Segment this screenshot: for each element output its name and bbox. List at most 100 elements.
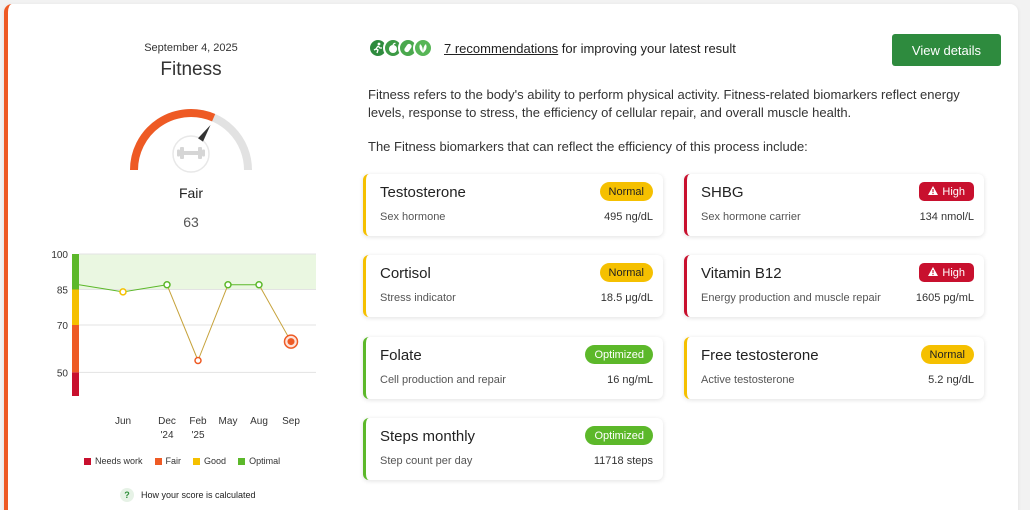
optimal-band xyxy=(79,254,316,290)
biomarker-card[interactable]: Free testosterone Active testosterone 5.2 … xyxy=(684,337,984,399)
biomarker-name: Steps monthly xyxy=(380,428,476,445)
x-tick-label-year: '25 xyxy=(191,430,204,441)
biomarker-card[interactable]: SHBG Sex hormone carrier 134 nmol/L High xyxy=(684,174,984,236)
gauge-needle xyxy=(198,125,211,142)
x-tick-label-year: '24 xyxy=(160,430,173,441)
biomarker-value: 5.2 ng/dL xyxy=(928,374,974,386)
status-badge: High xyxy=(919,263,974,282)
series-segment xyxy=(166,284,199,361)
y-tick-label: 50 xyxy=(57,368,69,379)
current-point xyxy=(287,338,295,346)
warning-icon xyxy=(928,185,939,198)
status-label: Normal xyxy=(929,348,965,361)
category-title: Fitness xyxy=(160,59,222,80)
status-badge: Normal xyxy=(599,182,653,201)
score-band xyxy=(72,372,79,396)
biomarker-value: 11718 steps xyxy=(593,455,653,467)
question-icon: ? xyxy=(120,488,134,502)
biomarker-value: 495 ng/dL xyxy=(604,211,653,223)
legend-label: Needs work xyxy=(95,456,143,466)
how-score-label: How your score is calculated xyxy=(141,490,256,500)
biomarker-card[interactable]: Vitamin B12 Energy production and muscle … xyxy=(684,255,984,317)
y-tick-label: 100 xyxy=(51,250,68,261)
legend-label: Optimal xyxy=(249,456,281,466)
status-label: Optimized xyxy=(594,348,644,361)
x-tick-label: Aug xyxy=(250,416,268,427)
category-description: Fitness refers to the body's ability to … xyxy=(368,87,960,120)
score-history-chart: 100 85 70 50 Jun Dec '24 Feb '25 May Aug Sep xyxy=(51,250,316,441)
legend-optimal: Optimal xyxy=(238,456,280,466)
fitness-card: September 4, 2025 Fitness Fair 63 100 85 7… xyxy=(4,4,1018,510)
series-segment xyxy=(197,284,229,361)
biomarker-card[interactable]: Cortisol Stress indicator 18.5 μg/dL Normal xyxy=(363,255,663,317)
chart-legend: Needs work Fair Good Optimal xyxy=(84,456,280,466)
legend-needs-work: Needs work xyxy=(84,456,143,466)
warning-icon xyxy=(928,266,939,279)
score-value: 63 xyxy=(183,214,199,230)
biomarker-value: 134 nmol/L xyxy=(919,211,974,223)
score-band xyxy=(72,325,79,373)
score-band xyxy=(72,254,79,290)
x-tick-label: Sep xyxy=(282,416,300,427)
biomarker-name: Folate xyxy=(380,347,422,364)
x-tick-label: Dec xyxy=(158,416,176,427)
biomarker-description: Step count per day xyxy=(380,455,473,467)
view-details-button[interactable]: View details xyxy=(892,34,1001,66)
biomarker-description: Active testosterone xyxy=(701,374,795,386)
data-point xyxy=(119,288,127,296)
recommendations-row: 7 recommendations for improving your lat… xyxy=(368,38,736,58)
legend-swatch xyxy=(193,457,201,465)
status-label: Normal xyxy=(608,185,644,198)
biomarker-description: Cell production and repair xyxy=(380,374,506,386)
data-point xyxy=(194,356,202,365)
series-segment xyxy=(258,284,292,342)
biomarker-name: Vitamin B12 xyxy=(701,265,782,282)
biomarker-description: Stress indicator xyxy=(380,292,456,304)
y-tick-label: 70 xyxy=(57,321,69,332)
biomarker-card[interactable]: Testosterone Sex hormone 495 ng/dL Normal xyxy=(363,174,663,236)
legend-swatch xyxy=(84,457,91,465)
biomarker-description: Sex hormone xyxy=(380,211,446,223)
status-badge: Normal xyxy=(920,345,974,364)
score-gauge xyxy=(130,109,252,173)
biomarker-description: Energy production and muscle repair xyxy=(701,292,881,304)
score-label: Fair xyxy=(178,185,204,201)
data-point xyxy=(224,281,232,289)
legend-fair: Fair xyxy=(154,456,182,466)
x-tick-label: May xyxy=(219,416,238,427)
recommendations-suffix: for improving your latest result xyxy=(558,40,736,56)
lifestyle-icon xyxy=(413,38,433,58)
biomarkers-intro: The Fitness biomarkers that can reflect … xyxy=(368,139,808,154)
biomarker-card[interactable]: Steps monthly Step count per day 11718 ste… xyxy=(363,418,663,480)
recommendations-text: 7 recommendations for improving your lat… xyxy=(444,41,736,56)
status-label: High xyxy=(942,185,965,198)
biomarker-value: 18.5 μg/dL xyxy=(600,292,653,304)
legend-swatch xyxy=(238,457,246,465)
biomarker-name: SHBG xyxy=(701,184,744,201)
biomarker-name: Cortisol xyxy=(380,265,431,282)
status-label: Normal xyxy=(608,266,644,279)
x-tick-label: Jun xyxy=(115,416,131,427)
status-badge: High xyxy=(919,182,974,201)
biomarker-value: 16 ng/mL xyxy=(607,374,653,386)
result-date: September 4, 2025 xyxy=(144,42,238,54)
biomarker-name: Testosterone xyxy=(380,184,466,201)
biomarker-name: Free testosterone xyxy=(701,347,819,364)
status-label: High xyxy=(942,266,965,279)
legend-label: Fair xyxy=(165,456,182,466)
x-tick-label: Feb xyxy=(189,416,207,427)
score-band xyxy=(72,289,79,325)
status-badge: Optimized xyxy=(585,345,653,364)
biomarker-description: Sex hormone carrier xyxy=(701,211,801,223)
data-point xyxy=(255,281,263,289)
status-badge: Normal xyxy=(599,263,653,282)
biomarker-value: 1605 pg/mL xyxy=(915,292,974,304)
legend-good: Good xyxy=(193,456,226,466)
recommendations-link[interactable]: 7 recommendations xyxy=(444,41,558,56)
status-label: Optimized xyxy=(594,429,644,442)
status-badge: Optimized xyxy=(585,426,653,445)
recommendation-icons xyxy=(368,38,433,58)
biomarker-card[interactable]: Folate Cell production and repair 16 ng/mL… xyxy=(363,337,663,399)
data-point xyxy=(163,281,171,289)
how-score-calculated-link[interactable]: ? How your score is calculated xyxy=(120,488,256,502)
